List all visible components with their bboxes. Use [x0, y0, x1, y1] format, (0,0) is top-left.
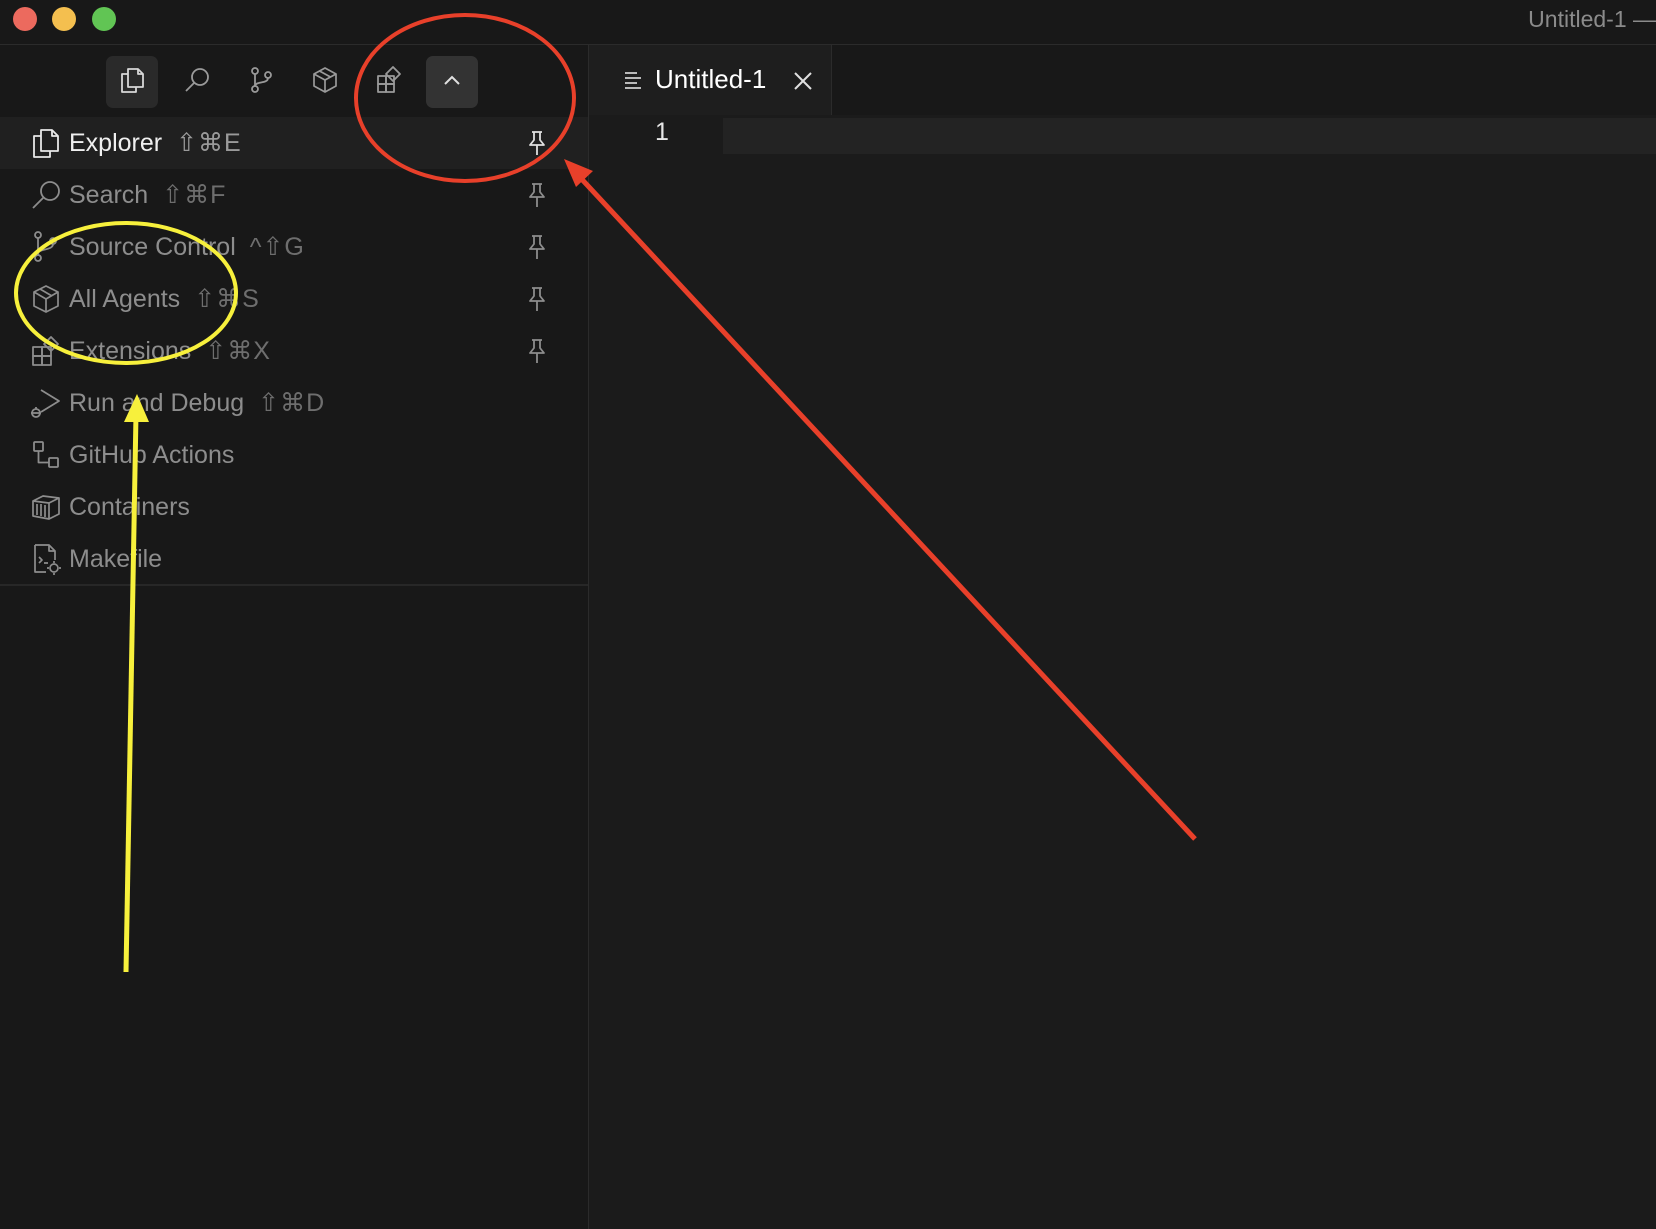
view-label: Explorer — [69, 129, 163, 157]
github-actions-icon — [29, 438, 63, 472]
sidebar: Explorer ⇧⌘E Search ⇧⌘F Source Control ^… — [0, 45, 589, 1229]
view-shortcut: ⇧⌘X — [205, 337, 271, 365]
pin-icon[interactable] — [524, 181, 550, 209]
view-label: Run and Debug — [69, 389, 245, 417]
pin-icon[interactable] — [524, 233, 550, 261]
view-item-makefile[interactable]: Makefile — [0, 533, 588, 585]
view-item-github-actions[interactable]: GitHub Actions — [0, 429, 588, 481]
view-shortcut: ^⇧G — [249, 233, 305, 261]
activity-search-button[interactable] — [171, 56, 223, 108]
pin-icon[interactable] — [524, 129, 550, 157]
current-line-highlight — [723, 118, 1656, 154]
source-control-icon — [246, 65, 276, 100]
view-shortcut: ⇧⌘D — [258, 389, 326, 417]
activity-explorer-button[interactable] — [106, 56, 158, 108]
view-label: Makefile — [69, 544, 163, 573]
title-bar: Untitled-1 — — [0, 0, 1656, 45]
chevron-up-icon — [437, 65, 467, 100]
makefile-icon — [29, 542, 63, 576]
containers-icon — [29, 490, 63, 524]
tab-strip: Untitled-1 — [589, 45, 1656, 115]
extensions-icon — [374, 65, 404, 100]
tab-label: Untitled-1 — [655, 64, 767, 94]
activity-extensions-button[interactable] — [363, 56, 415, 108]
window-title: Untitled-1 — — [1528, 6, 1656, 32]
view-shortcut: ⇧⌘S — [194, 285, 260, 313]
activity-source-control-button[interactable] — [235, 56, 287, 108]
text-file-icon — [623, 70, 643, 90]
close-window-button[interactable] — [13, 7, 37, 31]
divider — [0, 584, 588, 586]
view-item-extensions[interactable]: Extensions ⇧⌘X — [0, 325, 588, 377]
view-label: Source Control — [69, 233, 236, 261]
view-label: Containers — [69, 492, 190, 521]
source-control-icon — [29, 230, 63, 264]
tab-untitled-1[interactable]: Untitled-1 — [589, 45, 832, 115]
pin-icon[interactable] — [524, 337, 550, 365]
code-editor[interactable]: 1 — [589, 115, 1656, 1229]
extensions-icon — [29, 334, 63, 368]
activity-agents-button[interactable] — [299, 56, 351, 108]
run-debug-icon — [29, 386, 63, 420]
explorer-icon — [117, 65, 147, 100]
explorer-icon — [29, 126, 63, 160]
agents-icon — [29, 282, 63, 316]
view-label: Extensions — [69, 337, 192, 365]
line-number: 1 — [655, 118, 669, 146]
search-icon — [182, 65, 212, 100]
view-label: GitHub Actions — [69, 440, 235, 469]
views-menu: Explorer ⇧⌘E Search ⇧⌘F Source Control ^… — [0, 117, 588, 585]
activity-bar — [0, 45, 588, 117]
view-label: Search — [69, 181, 149, 209]
view-shortcut: ⇧⌘E — [176, 129, 242, 157]
view-item-all-agents[interactable]: All Agents ⇧⌘S — [0, 273, 588, 325]
view-label: All Agents — [69, 285, 181, 313]
minimize-window-button[interactable] — [52, 7, 76, 31]
view-item-search[interactable]: Search ⇧⌘F — [0, 169, 588, 221]
editor-area: Untitled-1 1 — [589, 45, 1656, 1229]
pin-icon[interactable] — [524, 285, 550, 313]
view-item-run-and-debug[interactable]: Run and Debug ⇧⌘D — [0, 377, 588, 429]
view-item-containers[interactable]: Containers — [0, 481, 588, 533]
view-shortcut: ⇧⌘F — [162, 181, 227, 209]
maximize-window-button[interactable] — [92, 7, 116, 31]
agents-icon — [310, 65, 340, 100]
view-item-source-control[interactable]: Source Control ^⇧G — [0, 221, 588, 273]
search-icon — [29, 178, 63, 212]
toggle-views-button[interactable] — [426, 56, 478, 108]
view-item-explorer[interactable]: Explorer ⇧⌘E — [0, 117, 588, 169]
close-icon[interactable] — [792, 70, 814, 92]
